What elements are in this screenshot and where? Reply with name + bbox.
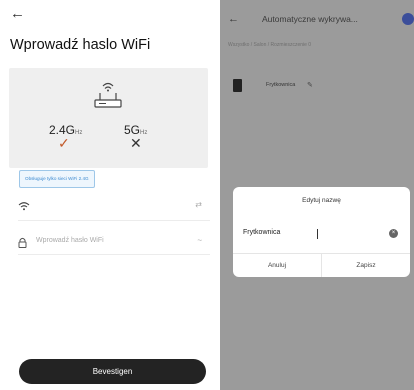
breadcrumb: Wszystko / Salon / Rozmieszczenie 0 [228, 42, 312, 48]
back-arrow-icon[interactable]: ← [10, 6, 25, 22]
confirm-button[interactable]: Bevestigen [19, 359, 206, 384]
clear-input-icon[interactable]: × [389, 229, 398, 238]
wifi-setup-screen: ← Wprowadź haslo WiFi 2.4GHz 5GHz ✓ ✕ Ob… [0, 0, 220, 390]
input-value: Frytkownica [243, 229, 281, 236]
page-title: Wprowadź haslo WiFi [10, 37, 151, 53]
save-button[interactable]: Zapisz [322, 254, 410, 277]
router-band-card: 2.4GHz 5GHz ✓ ✕ [9, 68, 208, 168]
avatar[interactable] [402, 13, 414, 25]
band-support-tooltip: Obsługuje tylko sieci WiFi 2.4G [19, 170, 95, 188]
device-list-item[interactable]: Frytkownica ✎ [233, 78, 403, 94]
unsupported-cross-icon: ✕ [130, 135, 142, 151]
divider [18, 254, 210, 255]
rename-device-screen: ← Automatyczne wykrywa... Wszystko / Sal… [220, 0, 414, 390]
dialog-title: Edytuj nazwę [302, 197, 341, 204]
device-name-label: Frytkownica [266, 82, 296, 88]
air-fryer-icon [233, 79, 242, 92]
switch-network-icon[interactable]: ⇄ [195, 200, 202, 209]
hide-password-icon[interactable]: ~ [197, 236, 202, 245]
page-title: Automatyczne wykrywa... [262, 14, 358, 24]
password-field[interactable]: Wprowadź hasło WiFi ~ [10, 236, 210, 250]
wifi-network-row[interactable]: ⇄ [10, 200, 210, 216]
supported-check-icon: ✓ [58, 135, 70, 151]
lock-icon [18, 237, 27, 248]
divider [18, 220, 210, 221]
edit-pencil-icon[interactable]: ✎ [307, 81, 313, 89]
rename-dialog: Edytuj nazwę Frytkownica × Anuluj Zapisz [233, 187, 410, 277]
wifi-icon [18, 202, 30, 211]
back-arrow-icon[interactable]: ← [228, 13, 239, 25]
router-icon [94, 82, 122, 108]
cancel-button[interactable]: Anuluj [233, 254, 321, 277]
text-cursor [317, 229, 318, 239]
device-name-input[interactable]: Frytkownica × [241, 227, 400, 242]
password-placeholder: Wprowadź hasło WiFi [36, 237, 104, 244]
header-bar: ← Automatyczne wykrywa... [220, 0, 414, 36]
